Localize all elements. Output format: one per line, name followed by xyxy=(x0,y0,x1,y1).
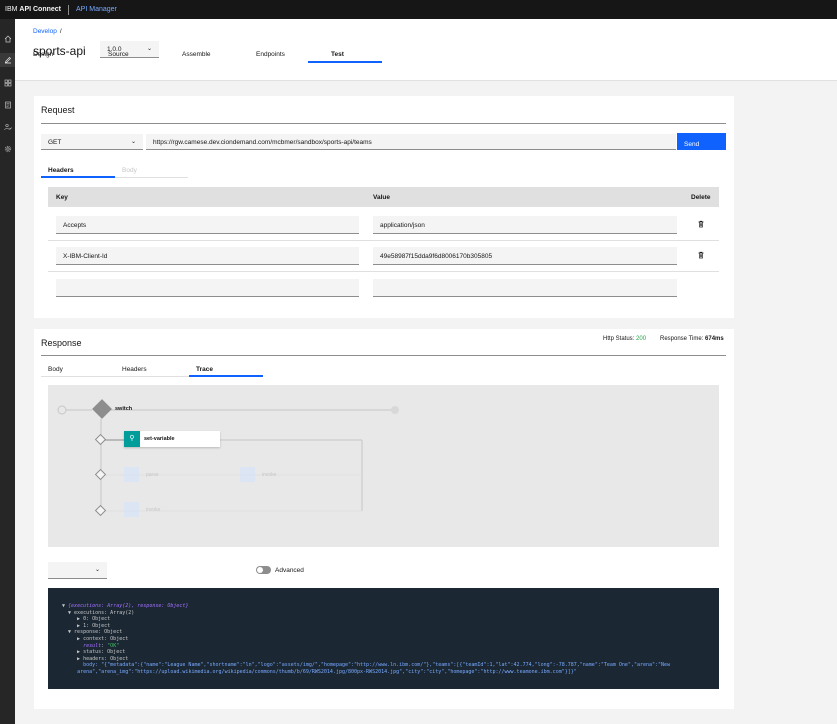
method-dropdown[interactable]: GET ⌄ xyxy=(41,134,143,150)
edit-icon[interactable] xyxy=(0,53,15,67)
header-key-input[interactable]: X-IBM-Client-Id xyxy=(56,247,359,265)
settings-icon[interactable] xyxy=(2,143,13,154)
tab-assemble[interactable]: Assemble xyxy=(182,51,211,62)
code-line: body: "{"metadata":{"name":"League Name"… xyxy=(83,662,671,669)
col-key: Key xyxy=(56,194,68,201)
request-divider xyxy=(41,123,726,124)
response-title: Response xyxy=(41,338,82,348)
header-key-input[interactable]: Accepts xyxy=(56,216,359,234)
page-header: Develop / sports-api 1.0.0 ⌄ xyxy=(15,19,837,81)
col-value: Value xyxy=(373,194,390,201)
trash-icon[interactable] xyxy=(697,220,705,228)
chevron-down-icon: ⌄ xyxy=(130,139,136,145)
header-key-input[interactable] xyxy=(56,279,359,297)
faint-node-label: parse xyxy=(146,472,159,478)
response-divider xyxy=(41,355,726,356)
code-line[interactable]: ▼ response: Object xyxy=(62,629,719,636)
tab-request-headers[interactable]: Headers xyxy=(48,167,74,174)
code-line: arena","arena_img":"https://upload.wikim… xyxy=(77,668,577,675)
variable-icon: ⚲ xyxy=(124,431,140,447)
product-name[interactable]: API Manager xyxy=(76,6,117,13)
header-value-input[interactable]: 49e58987f15dda9f6d8006170b305805 xyxy=(373,247,677,265)
chevron-down-icon: ⌄ xyxy=(94,567,100,573)
top-bar: IBM API Connect API Manager xyxy=(0,0,837,19)
code-line[interactable]: ▶ 0: Object xyxy=(62,616,719,623)
trash-icon[interactable] xyxy=(697,251,705,259)
tab-line xyxy=(115,177,188,178)
users-icon[interactable] xyxy=(2,121,13,132)
active-subtab-indicator xyxy=(41,176,115,178)
tab-response-trace[interactable]: Trace xyxy=(196,366,213,373)
http-status: Http Status: 200 xyxy=(603,336,646,342)
active-tab-indicator xyxy=(308,61,382,63)
http-status-label: Http Status: xyxy=(603,336,635,342)
headers-table-header: Key Value Delete xyxy=(48,187,719,207)
tab-line xyxy=(41,376,189,377)
response-time: Response Time: 674ms xyxy=(660,336,724,342)
set-variable-node[interactable]: ⚲ set-variable xyxy=(124,431,220,447)
side-navigation xyxy=(0,19,15,724)
response-time-label: Response Time: xyxy=(660,336,704,342)
trace-step-dropdown[interactable]: ⌄ xyxy=(48,562,107,579)
tab-request-body[interactable]: Body xyxy=(122,167,137,174)
switch-node-label: switch xyxy=(115,406,133,412)
code-line: ▼ {executions: Array(2), response: Objec… xyxy=(62,603,189,609)
brand[interactable]: IBM API Connect xyxy=(5,6,61,13)
method-value: GET xyxy=(48,139,62,146)
trace-connectors xyxy=(57,405,399,517)
row-divider xyxy=(48,271,719,272)
code-line: result: "OK" xyxy=(83,642,120,649)
faint-node-label: invoke xyxy=(146,507,161,513)
faint-node-label: invoke xyxy=(262,472,277,478)
code-line[interactable]: ▶ context: Object xyxy=(62,636,719,643)
tab-response-headers[interactable]: Headers xyxy=(122,366,147,373)
header-value-input[interactable] xyxy=(373,279,677,297)
code-line[interactable]: ▶ headers: Object xyxy=(62,656,719,663)
breadcrumb: Develop / xyxy=(33,28,62,35)
tab-source[interactable]: Source xyxy=(108,51,129,62)
tab-response-body[interactable]: Body xyxy=(48,366,63,373)
breadcrumb-develop[interactable]: Develop xyxy=(33,28,57,35)
header-value-input[interactable]: application/json xyxy=(373,216,677,234)
trace-json-viewer[interactable]: ▼ {executions: Array(2), response: Objec… xyxy=(48,588,719,689)
brand-divider xyxy=(68,4,70,15)
code-line[interactable]: ▼ executions: Array(2) xyxy=(62,610,719,617)
active-subtab-indicator xyxy=(189,375,263,377)
home-icon[interactable] xyxy=(2,33,13,44)
tab-endpoints[interactable]: Endpoints xyxy=(256,51,285,62)
url-input[interactable]: https://rgw.camese.dev.ciondemand.com/mc… xyxy=(146,134,676,150)
chevron-down-icon: ⌄ xyxy=(146,46,152,52)
response-time-value: 674ms xyxy=(705,336,724,342)
catalog-icon[interactable] xyxy=(2,99,13,110)
send-button[interactable]: Send xyxy=(677,133,726,150)
advanced-toggle[interactable] xyxy=(256,566,271,574)
trace-canvas: switch ⚲ set-variable parse invoke invok… xyxy=(48,385,719,547)
advanced-label: Advanced xyxy=(275,567,304,574)
col-delete: Delete xyxy=(691,194,711,201)
set-variable-label: set-variable xyxy=(144,436,175,442)
row-divider xyxy=(48,240,719,241)
request-title: Request xyxy=(41,105,75,115)
code-line[interactable]: ▶ status: Object xyxy=(62,649,719,656)
code-line[interactable]: ▶ 1: Object xyxy=(62,623,719,630)
apps-icon[interactable] xyxy=(2,77,13,88)
http-status-value: 200 xyxy=(636,336,647,342)
tab-design[interactable]: Design xyxy=(33,51,53,62)
breadcrumb-separator: / xyxy=(59,28,62,35)
